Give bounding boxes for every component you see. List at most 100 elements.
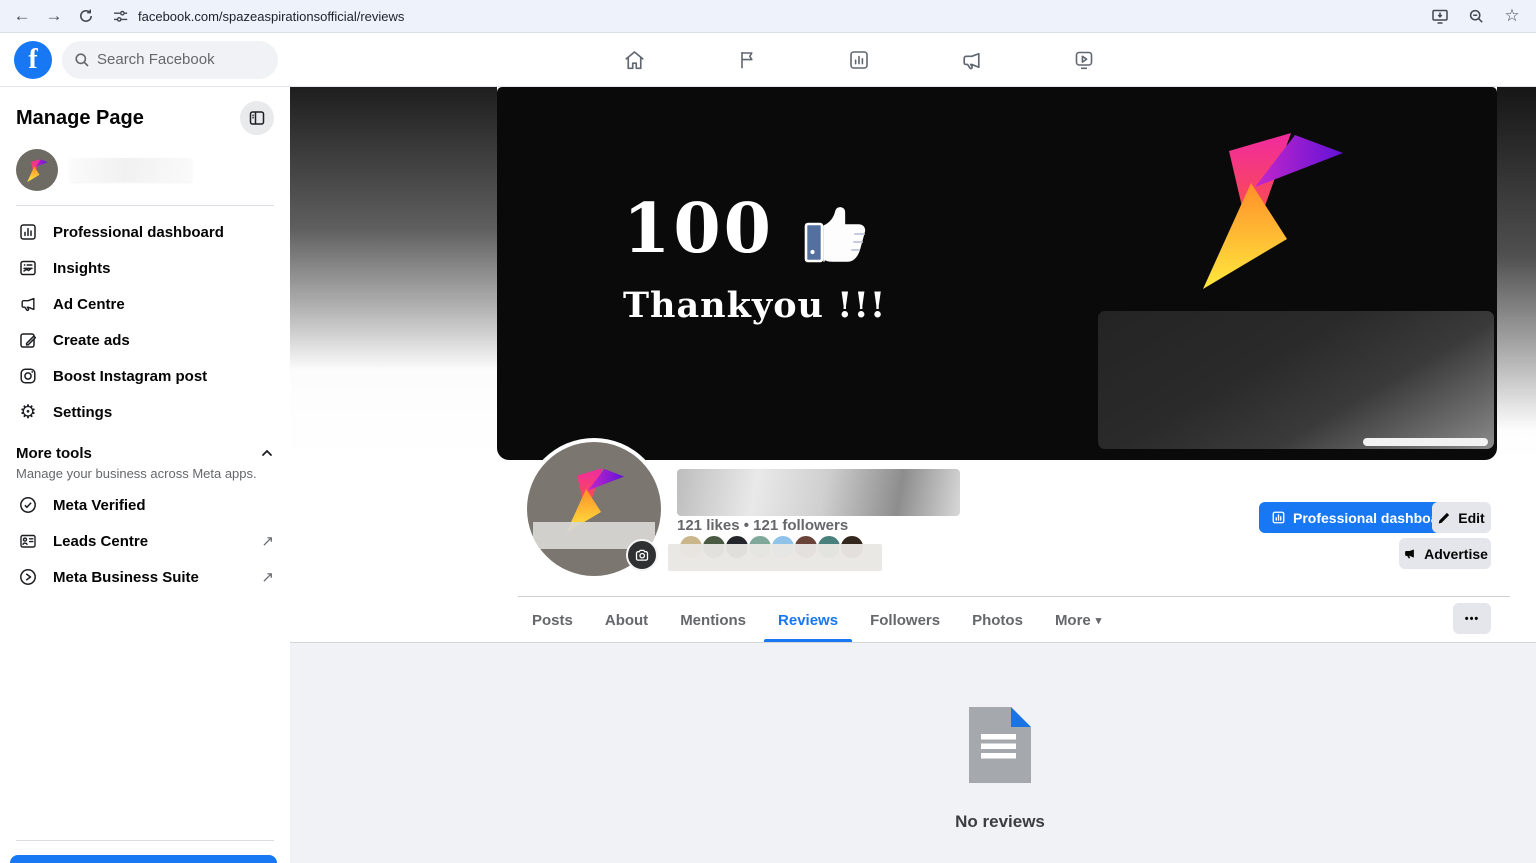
tab-posts[interactable]: Posts (516, 598, 589, 642)
tab-more[interactable]: More ▾ (1039, 598, 1117, 642)
tab-label: Followers (870, 612, 940, 629)
sidebar-item-ad-centre[interactable]: Ad Centre (16, 286, 274, 322)
tab-label: Mentions (680, 612, 746, 629)
tab-followers[interactable]: Followers (854, 598, 956, 642)
camera-icon (635, 549, 650, 562)
zoom-icon[interactable] (1462, 3, 1490, 29)
ads-tab[interactable] (949, 38, 995, 82)
megaphone-icon (1402, 546, 1417, 561)
page-tabs: Posts About Mentions Reviews Followers P… (516, 598, 1117, 642)
pages-tab[interactable] (724, 38, 770, 82)
tab-label: Posts (532, 612, 573, 629)
tab-label: About (605, 612, 648, 629)
search-box[interactable] (62, 41, 278, 79)
sidebar-item-boost-instagram-post[interactable]: Boost Instagram post (16, 358, 274, 394)
divider (16, 840, 274, 841)
instagram-icon (16, 366, 40, 386)
dashboard-tab[interactable] (836, 38, 882, 82)
spaze-logo (26, 158, 48, 183)
video-tab[interactable] (1061, 38, 1107, 82)
sidebar-item-label: Leads Centre (53, 533, 148, 550)
external-link-icon: ↗ (261, 568, 274, 586)
home-icon (622, 48, 647, 73)
tab-photos[interactable]: Photos (956, 598, 1039, 642)
button-label: Professional dashboard (1293, 510, 1452, 526)
caret-down-icon: ▾ (1096, 614, 1102, 627)
top-navigation (611, 33, 1107, 87)
empty-state: No reviews (890, 707, 1110, 832)
flag-icon (735, 48, 759, 72)
install-page-icon[interactable] (1426, 3, 1454, 29)
redacted-page-title (677, 469, 960, 516)
sidebar-item-label: Settings (53, 404, 112, 421)
button-label: Edit (1458, 510, 1484, 526)
redacted-cover-text (1098, 311, 1494, 449)
sidebar-item-settings[interactable]: ⚙ Settings (16, 394, 274, 430)
external-link-icon: ↗ (261, 532, 274, 550)
sidebar-item-meta-verified[interactable]: Meta Verified (16, 487, 274, 523)
tab-label: Photos (972, 612, 1023, 629)
tab-mentions[interactable]: Mentions (664, 598, 762, 642)
no-reviews-text: No reviews (890, 812, 1110, 832)
sidebar-item-leads-centre[interactable]: Leads Centre ↗ (16, 523, 274, 559)
site-settings-icon[interactable] (112, 8, 129, 25)
divider (16, 205, 274, 206)
button-label: Advertise (1424, 546, 1488, 562)
tab-about[interactable]: About (589, 598, 664, 642)
more-tools-title: More tools (16, 445, 92, 462)
tab-label: Reviews (778, 612, 838, 629)
cover-photo[interactable]: 100 Thankyou !!! (497, 87, 1497, 460)
pencil-icon (1438, 511, 1451, 524)
browser-toolbar: ← → facebook.com/spazeaspirationsofficia… (0, 0, 1536, 33)
address-bar[interactable]: facebook.com/spazeaspirationsofficial/re… (112, 8, 1422, 25)
verified-badge-icon (16, 495, 40, 515)
sidebar-item-meta-business-suite[interactable]: Meta Business Suite ↗ (16, 559, 274, 595)
facebook-header: f (0, 33, 1536, 87)
cover-message: 100 Thankyou !!! (623, 195, 888, 326)
browser-forward-icon[interactable]: → (40, 3, 68, 29)
collapse-sidebar-icon (248, 109, 266, 127)
divider (518, 596, 1510, 597)
dashboard-chart-icon (847, 48, 871, 72)
sidebar-bottom-action-button[interactable] (10, 855, 277, 863)
browser-back-icon[interactable]: ← (8, 3, 36, 29)
sidebar-item-label: Boost Instagram post (53, 368, 207, 385)
edit-button[interactable]: Edit (1432, 502, 1491, 533)
tab-reviews[interactable]: Reviews (762, 598, 854, 642)
sidebar-item-professional-dashboard[interactable]: Professional dashboard (16, 214, 274, 250)
advertise-button[interactable]: Advertise (1399, 538, 1491, 569)
megaphone-icon (16, 294, 40, 314)
insights-icon (16, 258, 40, 278)
tab-label: More (1055, 612, 1091, 629)
sidebar-item-label: Meta Verified (53, 497, 146, 514)
change-profile-picture-button[interactable] (626, 539, 658, 571)
facebook-logo[interactable]: f (14, 41, 52, 79)
more-tools-subtitle: Manage your business across Meta apps. (16, 466, 274, 481)
megaphone-icon (959, 48, 984, 73)
sidebar-item-label: Ad Centre (53, 296, 125, 313)
reviews-panel: No reviews (290, 643, 1536, 863)
bookmark-star-icon[interactable]: ☆ (1498, 3, 1526, 29)
page-title: Manage Page (16, 107, 144, 130)
more-tools-toggle[interactable]: More tools (16, 440, 274, 466)
current-page-row[interactable] (16, 149, 274, 191)
sidebar-item-create-ads[interactable]: Create ads (16, 322, 274, 358)
dashboard-chart-icon (16, 222, 40, 242)
url-text[interactable]: facebook.com/spazeaspirationsofficial/re… (138, 9, 404, 24)
likes-followers-count[interactable]: 121 likes • 121 followers (677, 517, 848, 534)
collapse-sidebar-button[interactable] (240, 101, 274, 135)
page-overflow-menu-button[interactable]: ••• (1453, 603, 1491, 634)
sidebar-item-label: Create ads (53, 332, 130, 349)
contact-card-icon (16, 531, 40, 551)
chevron-up-icon (260, 446, 274, 460)
page-content: 100 Thankyou !!! (290, 87, 1536, 863)
sidebar-item-label: Insights (53, 260, 111, 277)
thumbs-up-icon (800, 195, 888, 269)
cover-headline: 100 (623, 195, 774, 263)
manage-page-sidebar: Manage Page (0, 87, 290, 863)
redacted-page-name (70, 158, 192, 182)
search-input[interactable] (97, 51, 247, 68)
browser-reload-icon[interactable] (72, 3, 100, 29)
sidebar-item-insights[interactable]: Insights (16, 250, 274, 286)
home-tab[interactable] (611, 38, 657, 82)
